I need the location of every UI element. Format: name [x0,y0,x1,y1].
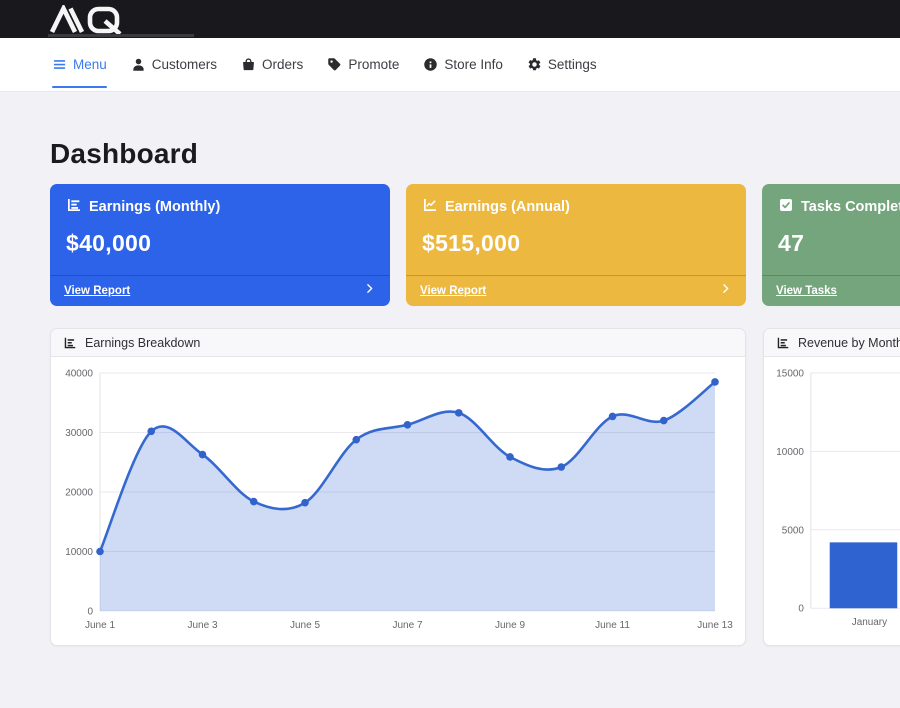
stat-card-earnings-annual: Earnings (Annual) $515,000 View Report [406,184,746,306]
page-title: Dashboard [50,138,900,170]
svg-text:5000: 5000 [782,525,805,536]
svg-text:15000: 15000 [776,368,804,379]
nav-item-menu[interactable]: Menu [52,38,107,91]
tag-icon [327,57,342,72]
nav-item-promote[interactable]: Promote [327,38,399,91]
bag-icon [241,57,256,72]
chart-card-header: Revenue by Month [764,329,900,357]
svg-text:0: 0 [798,604,804,615]
gear-icon [527,57,542,72]
nav-item-store-info[interactable]: Store Info [423,38,503,91]
svg-text:June 5: June 5 [290,620,320,631]
nav-item-label: Settings [548,57,597,72]
bar-chart-icon [66,197,82,217]
info-icon [423,57,438,72]
dashboard-content: Dashboard Earnings (Monthly) $40,000 Vie… [0,138,900,646]
stat-card-body: Tasks Completed 47 [762,184,900,275]
svg-text:June 13: June 13 [697,620,733,631]
stat-card-body: Earnings (Annual) $515,000 [406,184,746,275]
nav-item-label: Promote [348,57,399,72]
stat-card-title: Tasks Completed [801,199,900,215]
aiq-logo[interactable] [48,5,198,35]
svg-text:June 9: June 9 [495,620,525,631]
svg-text:January: January [852,617,887,628]
chevron-right-icon [719,282,732,300]
hamburger-icon [52,57,67,72]
stat-card-title: Earnings (Annual) [445,199,570,215]
charts-row: Earnings Breakdown 0 10000 20000 30000 40000… [50,328,900,646]
chart-card-title: Earnings Breakdown [85,336,200,350]
nav-item-customers[interactable]: Customers [131,38,217,91]
svg-text:20000: 20000 [65,488,93,499]
view-tasks-link[interactable]: View Tasks [762,275,900,306]
chart-card-header: Earnings Breakdown [51,329,745,357]
stat-card-value: $40,000 [66,230,374,257]
nav-item-label: Orders [262,57,303,72]
view-report-link[interactable]: View Report [50,275,390,306]
stat-card-value: 47 [778,230,900,257]
earnings-breakdown-chart: 0 10000 20000 30000 40000 June 1 June 3 June 5 J… [51,357,745,646]
stat-card-title: Earnings (Monthly) [89,199,220,215]
revenue-by-month-card: Revenue by Month 0 5000 10000 15000 January [763,328,900,646]
svg-text:10000: 10000 [776,447,804,458]
top-app-bar [0,0,900,38]
stat-card-title-row: Tasks Completed [778,197,900,217]
svg-text:0: 0 [87,607,93,618]
view-report-label: View Report [420,285,486,297]
view-tasks-label: View Tasks [776,285,837,297]
svg-text:10000: 10000 [65,547,93,558]
svg-text:40000: 40000 [65,369,93,380]
svg-text:June 3: June 3 [187,620,217,631]
stat-card-tasks-completed: Tasks Completed 47 View Tasks [762,184,900,306]
line-chart-icon [422,197,438,217]
revenue-by-month-chart: 0 5000 10000 15000 January [764,357,900,646]
stat-card-earnings-monthly: Earnings (Monthly) $40,000 View Report [50,184,390,306]
svg-text:June 1: June 1 [85,620,115,631]
logo-underline [48,34,194,37]
view-report-label: View Report [64,285,130,297]
stat-card-value: $515,000 [422,230,730,257]
chevron-right-icon [363,282,376,300]
stat-cards-row: Earnings (Monthly) $40,000 View Report E… [50,184,900,306]
stat-card-title-row: Earnings (Annual) [422,197,730,217]
top-nav: Menu Customers Orders Promote Store Info… [0,38,900,92]
bar-chart-icon [63,336,77,350]
check-square-icon [778,197,794,217]
svg-text:June 11: June 11 [595,620,630,631]
svg-text:June 7: June 7 [392,620,422,631]
nav-item-label: Menu [73,57,107,72]
stat-card-title-row: Earnings (Monthly) [66,197,374,217]
chart-card-title: Revenue by Month [798,336,900,350]
svg-text:30000: 30000 [65,428,93,439]
person-icon [131,57,146,72]
nav-item-label: Customers [152,57,217,72]
view-report-link[interactable]: View Report [406,275,746,306]
bar-chart-icon [776,336,790,350]
nav-item-label: Store Info [444,57,503,72]
nav-item-settings[interactable]: Settings [527,38,597,91]
nav-item-orders[interactable]: Orders [241,38,303,91]
earnings-breakdown-card: Earnings Breakdown 0 10000 20000 30000 40000… [50,328,746,646]
stat-card-body: Earnings (Monthly) $40,000 [50,184,390,275]
aiq-logo-icon [48,5,148,35]
